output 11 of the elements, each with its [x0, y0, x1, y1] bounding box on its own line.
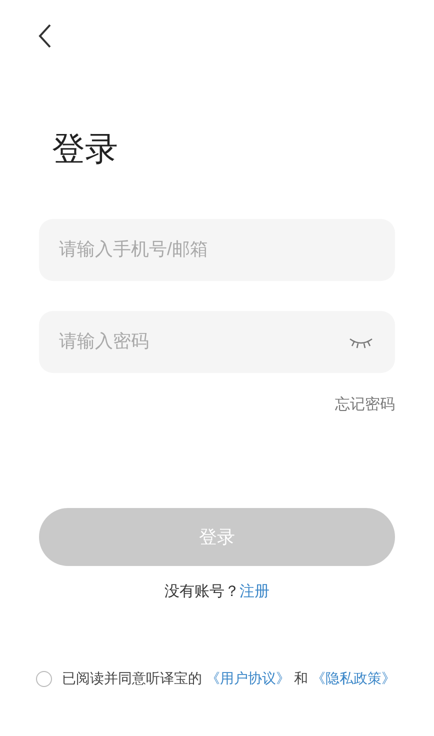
user-agreement-link[interactable]: 《用户协议》: [206, 670, 290, 686]
register-link[interactable]: 注册: [240, 583, 270, 600]
forgot-password-link[interactable]: 忘记密码: [335, 394, 395, 414]
privacy-policy-link[interactable]: 《隐私政策》: [312, 670, 396, 686]
password-field[interactable]: 请输入密码: [39, 310, 395, 373]
agreement-checkbox[interactable]: [36, 671, 52, 687]
back-icon[interactable]: [38, 24, 52, 48]
register-prompt: 没有账号？注册: [164, 582, 270, 601]
account-field[interactable]: 请输入手机号/邮箱: [39, 218, 395, 281]
page-title: 登录: [52, 129, 119, 169]
agreement-text: 已阅读并同意听译宝的 《用户协议》 和 《隐私政策》: [62, 670, 396, 688]
